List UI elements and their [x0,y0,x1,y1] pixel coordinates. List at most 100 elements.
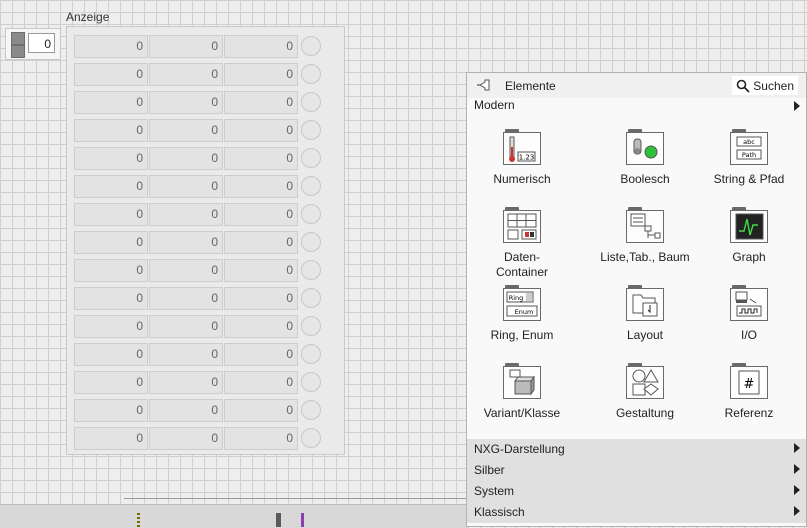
numeric-cell[interactable]: 0 [74,315,148,338]
numeric-cell[interactable]: 0 [224,231,298,254]
category-system[interactable]: System [467,481,806,502]
numeric-cell[interactable]: 0 [74,287,148,310]
svg-text:1.23: 1.23 [519,154,535,162]
led-indicator[interactable] [301,92,321,112]
numeric-cell[interactable]: 0 [224,147,298,170]
palette-item-label: String & Pfad [713,172,785,186]
numeric-cell[interactable]: 0 [74,175,148,198]
numeric-cell[interactable]: 0 [74,119,148,142]
chevron-right-icon [794,485,800,495]
led-indicator[interactable] [301,64,321,84]
palette-item-numeric[interactable]: 1.23 Numerisch [470,129,574,187]
numeric-cell[interactable]: 0 [224,287,298,310]
category-klassisch[interactable]: Klassisch [467,502,806,523]
numeric-cell[interactable]: 0 [74,91,148,114]
io-icon [730,285,768,321]
category-label: Silber [474,463,505,477]
palette-item-label: Ring, Enum [490,328,554,342]
pin-icon[interactable] [477,77,493,93]
layout-icon [626,285,664,321]
numeric-cell[interactable]: 0 [224,343,298,366]
numeric-cell[interactable]: 0 [224,399,298,422]
palette-item-layout[interactable]: Layout [593,285,697,343]
numeric-cell[interactable]: 0 [224,175,298,198]
palette-item-boolean[interactable]: Boolesch [593,129,697,187]
palette-item-label: Gestaltung [615,406,675,420]
palette-item-label: Graph [732,250,766,264]
numeric-cell[interactable]: 0 [149,35,223,58]
palette-item-decorations[interactable]: Gestaltung [593,363,697,421]
search-icon [736,79,750,93]
category-nxg[interactable]: NXG-Darstellung [467,439,806,460]
numeric-cell[interactable]: 0 [149,259,223,282]
array-index-value[interactable]: 0 [28,33,55,53]
search-button[interactable]: Suchen [732,76,798,95]
numeric-cell[interactable]: 0 [224,203,298,226]
numeric-cell[interactable]: 0 [149,63,223,86]
variant-class-icon [503,363,541,399]
numeric-cell[interactable]: 0 [224,119,298,142]
numeric-cell[interactable]: 0 [149,119,223,142]
numeric-cell[interactable]: 0 [74,63,148,86]
palette-item-ring-enum[interactable]: Ring Enum Ring, Enum [470,285,574,343]
led-indicator[interactable] [301,232,321,252]
numeric-cell[interactable]: 0 [74,147,148,170]
numeric-cell[interactable]: 0 [149,91,223,114]
led-indicator[interactable] [301,428,321,448]
led-indicator[interactable] [301,176,321,196]
index-decrement-button[interactable] [11,45,25,58]
numeric-cell[interactable]: 0 [224,91,298,114]
numeric-cell[interactable]: 0 [224,315,298,338]
numeric-cell[interactable]: 0 [74,35,148,58]
numeric-cell[interactable]: 0 [224,63,298,86]
array-indicator[interactable]: 0000000000000000000000000000000000000000… [66,26,345,455]
palette-item-refnum[interactable]: # Referenz [697,363,801,421]
led-indicator[interactable] [301,400,321,420]
led-indicator[interactable] [301,316,321,336]
numeric-cell[interactable]: 0 [224,259,298,282]
led-indicator[interactable] [301,120,321,140]
numeric-cell[interactable]: 0 [149,147,223,170]
category-modern[interactable]: Modern [467,97,806,115]
numeric-cell[interactable]: 0 [224,35,298,58]
numeric-cell[interactable]: 0 [149,343,223,366]
led-indicator[interactable] [301,344,321,364]
svg-text:#: # [744,377,755,392]
category-silber[interactable]: Silber [467,460,806,481]
palette-item-string-path[interactable]: abc Path String & Pfad [697,129,801,187]
numeric-cell[interactable]: 0 [74,427,148,450]
numeric-cell[interactable]: 0 [149,203,223,226]
index-increment-button[interactable] [11,32,25,45]
numeric-cell[interactable]: 0 [149,399,223,422]
wire-marker [301,513,304,527]
numeric-cell[interactable]: 0 [149,175,223,198]
numeric-cell[interactable]: 0 [149,315,223,338]
numeric-cell[interactable]: 0 [224,427,298,450]
numeric-cell[interactable]: 0 [149,371,223,394]
numeric-cell[interactable]: 0 [74,399,148,422]
numeric-cell[interactable]: 0 [149,427,223,450]
led-indicator[interactable] [301,204,321,224]
chevron-right-icon [794,101,800,111]
svg-text:abc: abc [743,138,755,146]
numeric-cell[interactable]: 0 [74,203,148,226]
numeric-cell[interactable]: 0 [149,287,223,310]
led-indicator[interactable] [301,148,321,168]
numeric-cell[interactable]: 0 [74,371,148,394]
palette-item-list-table-tree[interactable]: Liste,Tab., Baum [593,207,697,265]
numeric-cell[interactable]: 0 [224,371,298,394]
palette-item-graph[interactable]: Graph [697,207,801,265]
numeric-cell[interactable]: 0 [74,231,148,254]
led-indicator[interactable] [301,260,321,280]
palette-item-label: Referenz [724,406,774,420]
led-indicator[interactable] [301,288,321,308]
palette-item-io[interactable]: I/O [697,285,801,343]
horizontal-scroll-area[interactable] [0,504,469,528]
palette-item-variant-class[interactable]: Variant/Klasse [470,363,574,421]
led-indicator[interactable] [301,372,321,392]
palette-item-data-container[interactable]: Daten- Container [470,207,574,280]
numeric-cell[interactable]: 0 [149,231,223,254]
numeric-cell[interactable]: 0 [74,259,148,282]
led-indicator[interactable] [301,36,321,56]
numeric-cell[interactable]: 0 [74,343,148,366]
